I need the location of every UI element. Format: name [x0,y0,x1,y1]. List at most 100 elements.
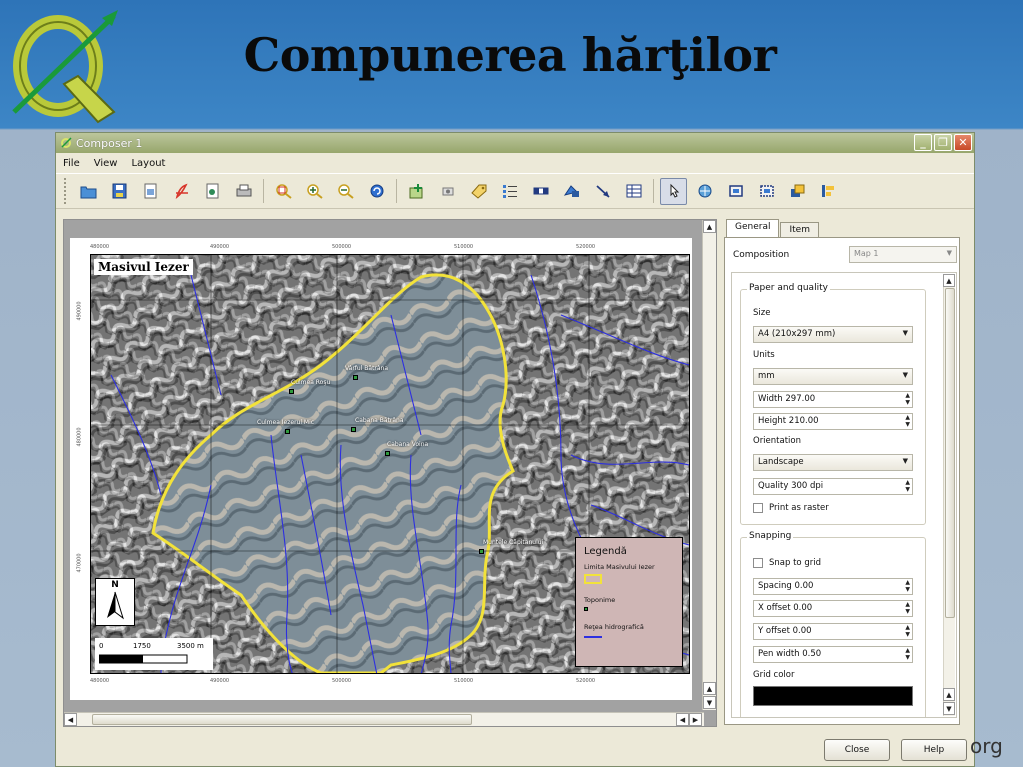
select-move-icon[interactable] [660,177,687,205]
coord-label: 490000 [210,244,230,250]
zoom-out-icon[interactable] [332,178,359,205]
maximize-button[interactable]: ❐ [934,134,952,151]
spin-arrows-icon[interactable]: ▲ ▼ [905,624,910,638]
coord-label: 500000 [332,678,352,684]
panel-scroll-thumb[interactable] [945,288,955,618]
toponym-label: Cabana Voina [387,441,429,448]
scale-label-0: 0 [99,642,104,650]
canvas-vertical-scrollbar[interactable]: ▲ ▲ ▼ [702,220,716,710]
width-spinbox[interactable]: Width 297.00 ▲ ▼ [753,391,913,408]
map-title-label[interactable]: Masivul Iezer [94,259,193,275]
export-image-icon[interactable] [137,178,164,205]
coord-label: 470000 [76,553,83,573]
export-pdf-icon[interactable] [168,178,195,205]
quality-spinbox[interactable]: Quality 300 dpi ▲ ▼ [753,478,913,495]
zoom-full-icon[interactable] [270,178,297,205]
composition-select[interactable]: Map 1 ▼ [849,246,957,263]
height-spinbox[interactable]: Height 210.00 ▲ ▼ [753,413,913,430]
scroll-up-button[interactable]: ▲ [703,220,716,233]
menu-file[interactable]: File [63,158,80,169]
grid-color-button[interactable] [753,686,913,706]
menu-view[interactable]: View [94,158,118,169]
add-shape-icon[interactable] [558,178,585,205]
x-offset-spinbox[interactable]: X offset 0.00 ▲ ▼ [753,600,913,617]
scale-bar-graphic [99,654,188,664]
units-label: Units [753,350,775,360]
close-window-button[interactable]: ✕ [954,134,972,151]
move-content-icon[interactable] [691,178,718,205]
align-icon[interactable] [815,178,842,205]
y-offset-spinbox[interactable]: Y offset 0.00 ▲ ▼ [753,623,913,640]
add-scalebar-icon[interactable] [527,178,554,205]
add-arrow-icon[interactable] [589,178,616,205]
help-button[interactable]: Help [901,739,967,761]
legend-title: Legendă [584,546,627,557]
tab-general[interactable]: General [726,219,780,237]
general-settings-scroll[interactable]: Paper and quality Size A4 (210x297 mm) ▼… [731,272,957,718]
north-arrow[interactable]: N [95,578,135,626]
map-item[interactable]: Masivul Iezer Vârful Bătrâna Culmea Roşu… [90,254,690,674]
coord-label: 510000 [454,244,474,250]
scroll-up-button[interactable]: ▲ [943,688,955,701]
window-titlebar[interactable]: Composer 1 _ ❐ ✕ [56,133,974,153]
save-icon[interactable] [106,178,133,205]
add-image-icon[interactable] [434,178,461,205]
quality-value: Quality 300 dpi [758,481,824,491]
spin-arrows-icon[interactable]: ▲ ▼ [905,647,910,661]
tab-general-body: Composition Map 1 ▼ Paper and quality Si… [724,237,960,725]
open-icon[interactable] [75,178,102,205]
composer-canvas[interactable]: 480000 490000 500000 510000 520000 48000… [63,219,717,727]
scroll-left-button[interactable]: ◀ [676,713,689,726]
minimize-button[interactable]: _ [914,134,932,151]
size-value: A4 (210x297 mm) [758,329,836,339]
zoom-in-icon[interactable] [301,178,328,205]
panel-vertical-scrollbar[interactable]: ▲ ▲ ▼ [943,274,955,716]
composer-window: Composer 1 _ ❐ ✕ File View Layout 480000… [55,132,975,767]
add-table-icon[interactable] [620,178,647,205]
scroll-right-button[interactable]: ▶ [689,713,702,726]
scale-bar[interactable]: 0 1750 3500 m [95,638,213,670]
scroll-up-button[interactable]: ▲ [943,274,955,287]
menu-layout[interactable]: Layout [131,158,165,169]
close-button[interactable]: Close [824,739,890,761]
scroll-down-button[interactable]: ▼ [703,696,716,709]
chevron-down-icon: ▼ [946,249,952,257]
legend-swatch-toponym [584,607,588,611]
add-legend-icon[interactable] [496,178,523,205]
checkbox-icon[interactable] [753,558,763,568]
scroll-up-button[interactable]: ▲ [703,682,716,695]
units-select[interactable]: mm ▼ [753,368,913,385]
orientation-value: Landscape [758,457,804,467]
snap-grid-checkbox[interactable]: Snap to grid [753,558,821,568]
print-icon[interactable] [230,178,257,205]
checkbox-icon[interactable] [753,503,763,513]
raise-icon[interactable] [784,178,811,205]
add-label-icon[interactable] [465,178,492,205]
chevron-down-icon: ▼ [902,457,908,465]
add-map-icon[interactable] [403,178,430,205]
spin-arrows-icon[interactable]: ▲ ▼ [905,414,910,428]
spacing-spinbox[interactable]: Spacing 0.00 ▲ ▼ [753,578,913,595]
toolbar-grip[interactable] [64,178,67,204]
orientation-select[interactable]: Landscape ▼ [753,454,913,471]
canvas-horizontal-scrollbar[interactable]: ◀ ◀ ▶ [64,712,704,726]
scroll-left-button[interactable]: ◀ [64,713,77,726]
spin-arrows-icon[interactable]: ▲ ▼ [905,601,910,615]
group-icon[interactable] [722,178,749,205]
horizontal-scroll-thumb[interactable] [92,714,472,725]
pen-width-spinbox[interactable]: Pen width 0.50 ▲ ▼ [753,646,913,663]
size-select[interactable]: A4 (210x297 mm) ▼ [753,326,913,343]
tab-item[interactable]: Item [780,222,819,237]
spin-arrows-icon[interactable]: ▲ ▼ [905,392,910,406]
legend-item[interactable]: Legendă Limita Masivului Iezer Toponime … [575,537,683,667]
north-arrow-icon [107,591,124,620]
scroll-down-button[interactable]: ▼ [943,702,955,715]
print-raster-checkbox[interactable]: Print as raster [753,503,829,513]
spin-arrows-icon[interactable]: ▲ ▼ [905,479,910,493]
spacing-value: Spacing 0.00 [758,581,814,591]
refresh-icon[interactable] [363,178,390,205]
ungroup-icon[interactable] [753,178,780,205]
spin-arrows-icon[interactable]: ▲ ▼ [905,579,910,593]
export-svg-icon[interactable] [199,178,226,205]
slide-header: Compunerea hărţilor [0,0,1023,128]
